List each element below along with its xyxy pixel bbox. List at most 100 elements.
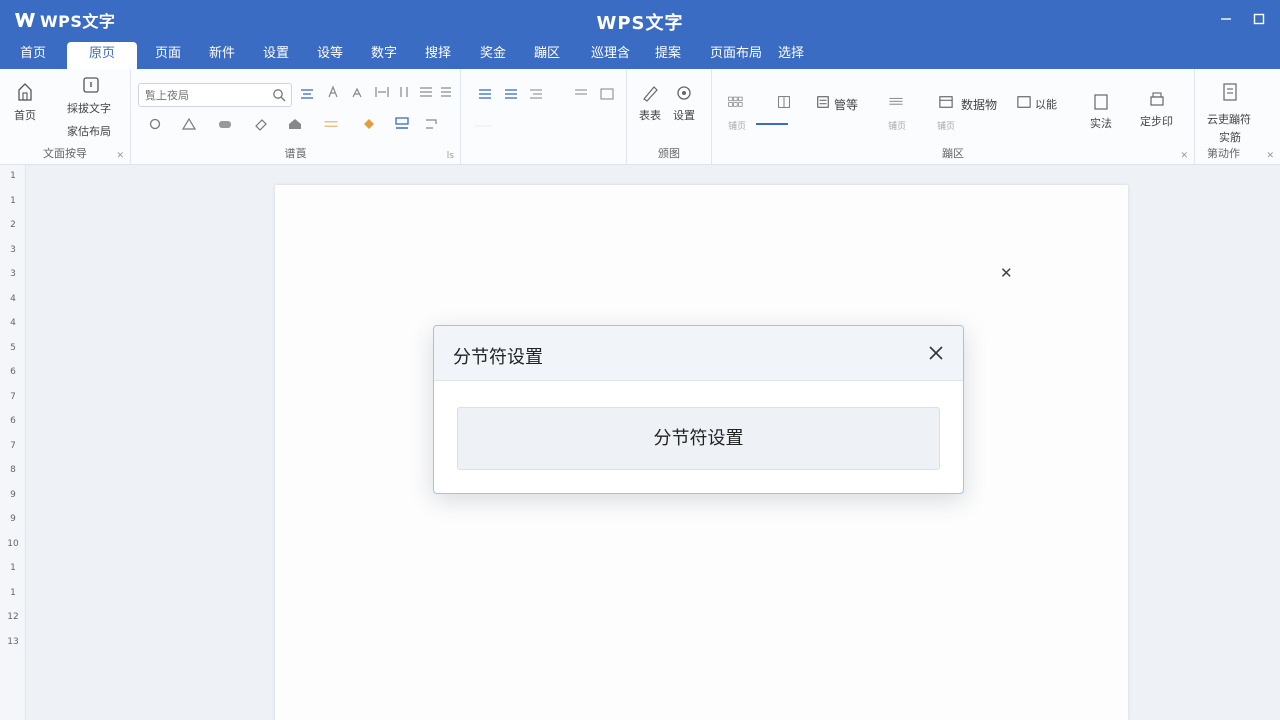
frame-icon[interactable] (1016, 95, 1032, 109)
highlight-lines-icon[interactable] (323, 117, 339, 131)
align-center-icon[interactable] (299, 87, 315, 101)
vertical-ruler: 1 1 2 3 3 4 4 5 6 7 6 7 8 9 9 10 1 1 12 13 (0, 165, 26, 720)
ruler-number: 7 (10, 391, 16, 402)
char-spacing-icon[interactable] (374, 85, 390, 99)
ruler-number: 4 (10, 318, 16, 328)
minimize-button[interactable] (1213, 6, 1239, 32)
ruler-number: 12 (7, 612, 19, 622)
search-icon[interactable] (272, 88, 286, 102)
tab-digit[interactable]: 数字 (363, 42, 405, 69)
distribute-icon[interactable] (475, 119, 491, 133)
pen-icon (643, 86, 658, 102)
attribute-ribbon-button[interactable]: 表表 (639, 83, 661, 123)
info-box-icon[interactable] (82, 76, 100, 94)
style-search-input[interactable] (139, 84, 259, 107)
style-search-box[interactable] (138, 83, 292, 107)
action-line-1[interactable]: 云吏蹦符 (1207, 111, 1251, 127)
zoom-progress-line (756, 123, 788, 125)
tab-home[interactable]: 首页 (12, 42, 54, 69)
grid-layout-icon[interactable] (728, 95, 744, 109)
extra-label[interactable]: 以能 (1035, 96, 1057, 112)
eraser-icon[interactable] (253, 117, 269, 131)
list-icon[interactable] (418, 85, 434, 99)
ribbon-group-style: 谱莨 ls (131, 69, 461, 165)
extract-text-label[interactable]: 採拔文字 (67, 100, 111, 116)
tab-bonus[interactable]: 奖金 (472, 42, 514, 69)
group-corner-text: ls (446, 151, 454, 161)
tab-region[interactable]: 蹦区 (526, 42, 568, 69)
tab-settings[interactable]: 设置 (255, 42, 297, 69)
data-table-icon[interactable] (938, 95, 954, 109)
clear-format-icon[interactable] (423, 117, 439, 131)
format-doc-icon[interactable] (815, 95, 831, 109)
ruler-number: 6 (10, 416, 16, 426)
format-label[interactable]: 管等 (834, 96, 858, 113)
tab-original[interactable]: 原页 (67, 42, 137, 69)
settings-ribbon-button[interactable]: 设置 (673, 83, 695, 123)
ruler-number: 9 (10, 514, 16, 524)
tab-proposal[interactable]: 提案 (647, 42, 689, 69)
ruler-number: 3 (10, 244, 16, 255)
shading-icon[interactable] (599, 87, 615, 101)
maximize-button[interactable] (1246, 6, 1272, 32)
ribbon-toolbar: 首页 採拔文字 家估布局 文面按导 ✕ 覧上夜局 谱莨 ls 表表 设置 颁图 … (0, 69, 1280, 165)
ruler-number: 1 (10, 563, 16, 573)
layout-label[interactable]: 家估布局 (67, 123, 111, 139)
text-lines-icon[interactable] (888, 95, 904, 109)
home-ribbon-label: 首页 (14, 109, 36, 122)
text-direction-icon[interactable] (397, 85, 413, 99)
attribute-label: 表表 (639, 109, 661, 122)
paint-bucket-icon[interactable] (361, 117, 377, 131)
dialog-close-icon[interactable] (926, 343, 946, 363)
border-icon[interactable] (394, 116, 410, 130)
style-ribbon-button[interactable]: 实法 (1090, 93, 1112, 131)
tab-page-layout[interactable]: 页面布局 (702, 42, 770, 69)
sub-label-1: 铺页 (728, 122, 747, 132)
ribbon-group-region: 管等 数据物 以能 铺页 铺页 铺页 实法 定步印 蹦区 ✕ (712, 69, 1195, 165)
tab-etc[interactable]: 设等 (309, 42, 351, 69)
tab-page[interactable]: 页面 (147, 42, 189, 69)
document-icon[interactable] (1221, 82, 1239, 102)
section-break-dialog: 分节符设置 分节符设置 (433, 325, 964, 494)
tab-new[interactable]: 新件 (201, 42, 243, 69)
action-line-2[interactable]: 实筋 (1219, 129, 1241, 145)
group-collapse-icon-2[interactable]: ✕ (1180, 151, 1188, 161)
style-label: 实法 (1090, 117, 1112, 130)
align-justify-icon[interactable] (503, 87, 519, 101)
tab-search-select[interactable]: 搜择 (417, 42, 459, 69)
indent-icon[interactable] (528, 87, 544, 101)
dialog-title: 分节符设置 (453, 347, 543, 368)
list-options-icon[interactable] (439, 85, 455, 99)
ruler-number: 5 (10, 342, 16, 353)
group-collapse-icon-3[interactable]: ✕ (1266, 151, 1274, 161)
line-spacing-icon[interactable] (573, 87, 589, 101)
close-icon[interactable]: ✕ (1000, 264, 1013, 282)
tab-patrol[interactable]: 巡理含 (583, 42, 638, 69)
section-break-settings-button[interactable]: 分节符设置 (457, 407, 940, 470)
maximize-icon (1253, 13, 1265, 25)
home-ribbon-button[interactable]: 首页 (14, 81, 36, 123)
data-label[interactable]: 数据物 (961, 96, 997, 113)
cloud-shape-icon[interactable] (217, 117, 233, 131)
triangle-shape-icon[interactable] (181, 117, 197, 131)
align-left-icon[interactable] (477, 87, 493, 101)
settings-ribbon-label: 设置 (673, 109, 695, 122)
ruler-number: 1 (10, 195, 16, 206)
window-title: WPS文字 (596, 13, 684, 34)
columns-icon[interactable] (776, 95, 792, 109)
font-shrink-icon[interactable] (351, 85, 367, 99)
shape-gear-icon[interactable] (147, 117, 163, 131)
ruler-number: 7 (10, 440, 16, 451)
group-collapse-icon[interactable]: ✕ (116, 151, 124, 161)
tab-select[interactable]: 选择 (770, 42, 812, 69)
sub-label-2: 铺页 (888, 122, 907, 132)
print-ribbon-button[interactable]: 定步印 (1140, 91, 1173, 129)
font-grow-icon[interactable] (327, 85, 343, 99)
group-label-region: 蹦区 (942, 147, 964, 160)
ruler-number: 2 (10, 220, 16, 230)
title-bar: WPS文字 WPS文字 (0, 0, 1280, 38)
ribbon-group-page-nav: 首页 採拔文字 家估布局 文面按导 ✕ (0, 69, 131, 165)
house-shape-icon[interactable] (287, 117, 303, 131)
ruler-number: 13 (7, 636, 19, 647)
ruler-number: 1 (10, 587, 16, 598)
